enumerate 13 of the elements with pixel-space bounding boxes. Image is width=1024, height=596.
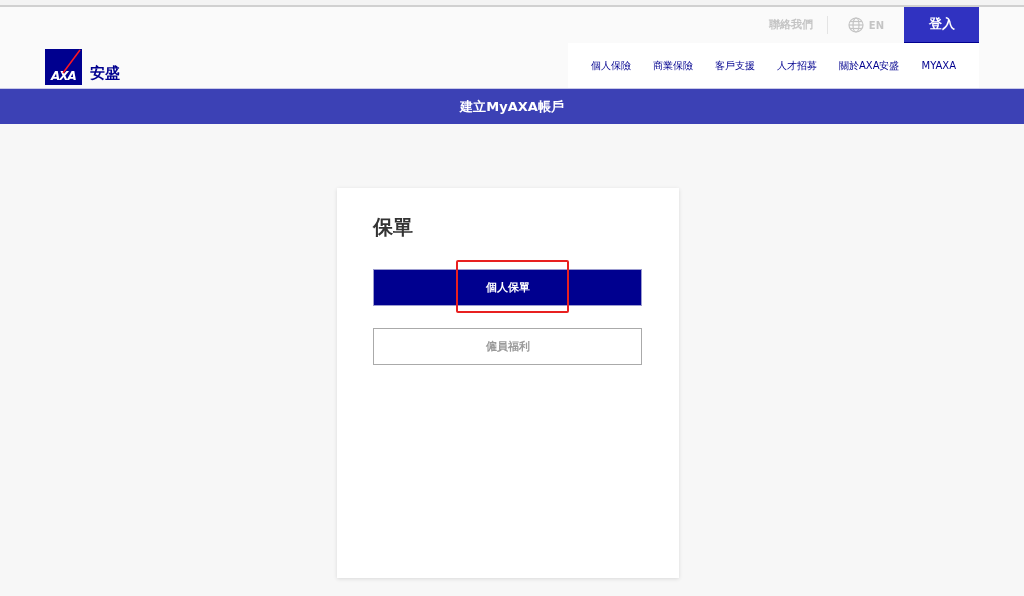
nav-link[interactable]: 個人保險 [579, 58, 642, 73]
policy-option-button[interactable]: 個人保單 [373, 269, 642, 306]
globe-icon [847, 17, 864, 33]
axa-logo: AXA [45, 49, 82, 85]
nav-link[interactable]: 商業保險 [641, 58, 704, 73]
nav-link[interactable]: 客戶支援 [703, 58, 766, 73]
login-button[interactable]: 登入 [904, 6, 979, 44]
banner-title: 建立MyAXA帳戶 [460, 97, 564, 116]
nav-link[interactable]: 關於AXA安盛 [827, 58, 911, 73]
nav-link[interactable]: 人才招募 [765, 58, 828, 73]
nav-link[interactable]: MYAXA [910, 60, 967, 71]
card-title: 保單 [373, 214, 414, 241]
brand-name: 安盛 [90, 64, 120, 83]
